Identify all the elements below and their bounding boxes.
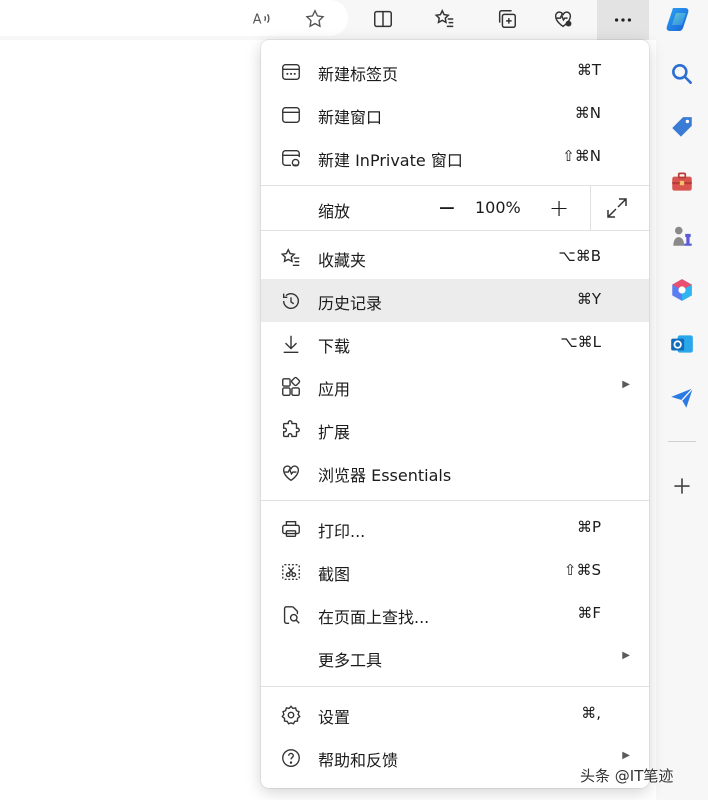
- tools-icon[interactable]: [668, 168, 696, 196]
- browser-essentials-icon: [280, 462, 302, 484]
- copilot-icon[interactable]: [664, 4, 694, 34]
- menu-item-browser-essentials[interactable]: 浏览器 Essentials: [261, 451, 649, 494]
- more-icon[interactable]: [597, 0, 649, 40]
- help-icon: [280, 747, 302, 769]
- download-icon: [280, 333, 302, 355]
- browser-essentials-icon[interactable]: [546, 2, 580, 36]
- zoom-out-button[interactable]: −: [431, 192, 463, 224]
- add-icon[interactable]: [668, 472, 696, 500]
- fullscreen-icon[interactable]: [605, 196, 629, 220]
- menu-divider: [261, 230, 649, 231]
- submenu-arrow-icon: ▶: [622, 750, 630, 761]
- sidebar-divider: [668, 441, 696, 442]
- search-icon[interactable]: [668, 60, 696, 88]
- menu-item-downloads[interactable]: 下载 ⌥⌘L: [261, 322, 649, 365]
- microsoft365-icon[interactable]: [668, 276, 696, 304]
- menu-item-screenshot[interactable]: 截图 ⇧⌘S: [261, 550, 649, 593]
- menu-item-extensions[interactable]: 扩展: [261, 408, 649, 451]
- edge-sidebar: [656, 40, 708, 800]
- outlook-icon[interactable]: [668, 330, 696, 358]
- find-on-page-icon: [280, 604, 302, 626]
- menu-item-favorites[interactable]: 收藏夹 ⌥⌘B: [261, 236, 649, 279]
- settings-icon: [280, 704, 302, 726]
- favorite-star-icon[interactable]: [298, 2, 332, 36]
- print-icon: [280, 518, 302, 540]
- zoom-row: 缩放 − 100% +: [261, 186, 649, 230]
- zoom-divider: [590, 186, 591, 230]
- zoom-label: 缩放: [318, 202, 351, 221]
- menu-item-find-on-page[interactable]: 在页面上查找... ⌘F: [261, 593, 649, 636]
- menu-item-more-tools[interactable]: 更多工具 ▶: [261, 636, 649, 679]
- collections-icon[interactable]: [490, 2, 524, 36]
- screenshot-icon: [280, 561, 302, 583]
- submenu-arrow-icon: ▶: [622, 650, 630, 661]
- new-tab-icon: [280, 61, 302, 83]
- menu-divider: [261, 686, 649, 687]
- submenu-arrow-icon: ▶: [622, 379, 630, 390]
- send-icon[interactable]: [668, 384, 696, 412]
- zoom-value: 100%: [475, 198, 521, 217]
- browser-toolbar: A: [0, 0, 708, 40]
- menu-item-settings[interactable]: 设置 ⌘,: [261, 693, 649, 736]
- zoom-in-button[interactable]: +: [543, 192, 575, 224]
- new-window-icon: [280, 104, 302, 126]
- watermark: 头条 @IT笔迹: [580, 767, 674, 785]
- menu-item-new-inprivate-window[interactable]: 新建 InPrivate 窗口 ⇧⌘N: [261, 136, 649, 179]
- menu-item-apps[interactable]: 应用 ▶: [261, 365, 649, 408]
- menu-item-new-window[interactable]: 新建窗口 ⌘N: [261, 93, 649, 136]
- apps-icon: [280, 376, 302, 398]
- address-bar[interactable]: [0, 0, 348, 36]
- extensions-icon: [280, 419, 302, 441]
- menu-item-new-tab[interactable]: 新建标签页 ⌘T: [261, 50, 649, 93]
- games-icon[interactable]: [668, 222, 696, 250]
- read-aloud-icon[interactable]: A: [244, 2, 278, 36]
- menu-item-history[interactable]: 历史记录 ⌘Y: [261, 279, 649, 322]
- menu-item-print[interactable]: 打印... ⌘P: [261, 507, 649, 550]
- shopping-tag-icon[interactable]: [668, 114, 696, 142]
- menu-divider: [261, 500, 649, 501]
- favorites-icon[interactable]: [428, 2, 462, 36]
- settings-and-more-menu: 新建标签页 ⌘T 新建窗口 ⌘N 新建 InPrivate 窗口 ⇧⌘N 缩放 …: [261, 40, 649, 788]
- svg-text:A: A: [253, 13, 262, 28]
- split-screen-icon[interactable]: [366, 2, 400, 36]
- inprivate-window-icon: [280, 147, 302, 169]
- history-icon: [280, 290, 302, 312]
- favorites-icon: [280, 247, 302, 269]
